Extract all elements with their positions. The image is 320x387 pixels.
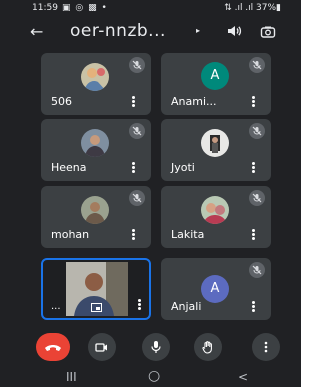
participant-tile[interactable]: Jyoti	[161, 119, 271, 181]
video-camera-icon	[95, 343, 107, 352]
more-options-button[interactable]	[252, 333, 280, 361]
mic-off-icon	[249, 190, 265, 206]
more-options-icon[interactable]	[252, 162, 255, 173]
home-button[interactable]: ○	[148, 368, 160, 384]
more-options-icon[interactable]	[252, 96, 255, 107]
participant-avatar	[81, 196, 109, 224]
mic-off-icon	[249, 123, 265, 139]
more-options-icon[interactable]	[138, 299, 141, 310]
camera-toggle-button[interactable]	[88, 333, 116, 361]
switch-camera-icon[interactable]	[260, 24, 276, 40]
more-options-icon[interactable]	[252, 229, 255, 240]
microphone-icon	[151, 341, 161, 353]
status-bar: 11:59 ▣ ◎ ▩ • ⇅ .ıl .ıl 37%▮	[0, 0, 301, 16]
signal-battery-indicator: ⇅ .ıl .ıl 37%▮	[224, 3, 281, 13]
speaker-icon[interactable]	[226, 23, 242, 39]
back-button[interactable]: <	[238, 370, 248, 384]
call-header: ← oer-nnzb... ▸	[0, 20, 301, 48]
raise-hand-button[interactable]	[194, 333, 222, 361]
hand-icon	[202, 341, 212, 354]
participant-tile[interactable]: Heena	[41, 119, 151, 181]
back-arrow-icon[interactable]: ←	[30, 22, 43, 41]
letter-avatar: A	[201, 275, 229, 303]
participant-avatar	[201, 129, 229, 157]
participant-name: Anjali	[171, 300, 202, 313]
participant-name: Anami...	[171, 95, 217, 108]
participant-avatar	[81, 63, 109, 91]
participant-tile[interactable]: mohan	[41, 186, 151, 248]
picture-in-picture-icon[interactable]	[91, 303, 102, 312]
notification-icons: ▣ ◎ ▩ •	[62, 3, 108, 13]
more-options-icon[interactable]	[132, 96, 135, 107]
more-options-icon[interactable]	[132, 162, 135, 173]
end-call-button[interactable]	[36, 333, 70, 361]
participant-name: Heena	[51, 161, 87, 174]
participant-avatar	[201, 196, 229, 224]
self-view-tile[interactable]: ...	[41, 258, 151, 320]
letter-avatar: A	[201, 62, 229, 90]
meeting-title[interactable]: oer-nnzb...	[70, 21, 166, 41]
participant-tile[interactable]: 506	[41, 53, 151, 115]
expand-caret-icon[interactable]: ▸	[196, 26, 200, 35]
participant-tile[interactable]: A Anami...	[161, 53, 271, 115]
participant-tile[interactable]: Lakita	[161, 186, 271, 248]
recents-button[interactable]: III	[66, 370, 77, 384]
more-options-icon[interactable]	[132, 229, 135, 240]
more-options-icon[interactable]	[252, 301, 255, 312]
mic-off-icon	[129, 123, 145, 139]
participant-name: Jyoti	[171, 161, 195, 174]
mic-off-icon	[249, 262, 265, 278]
participant-tile[interactable]: A Anjali	[161, 258, 271, 320]
participant-name: 506	[51, 95, 72, 108]
vertical-dots-icon	[264, 341, 268, 353]
microphone-toggle-button[interactable]	[142, 333, 170, 361]
mic-off-icon	[129, 57, 145, 73]
mic-off-icon	[129, 190, 145, 206]
mic-off-icon	[249, 57, 265, 73]
status-time: 11:59	[32, 3, 58, 13]
participant-avatar	[81, 129, 109, 157]
participant-name: mohan	[51, 228, 90, 241]
participant-name: Lakita	[171, 228, 205, 241]
system-nav-bar: III ○ <	[0, 367, 301, 387]
self-name: ...	[51, 301, 61, 312]
phone-hangup-icon	[45, 345, 61, 351]
meet-call-screen: 11:59 ▣ ◎ ▩ • ⇅ .ıl .ıl 37%▮ ← oer-nnzb.…	[0, 0, 301, 387]
